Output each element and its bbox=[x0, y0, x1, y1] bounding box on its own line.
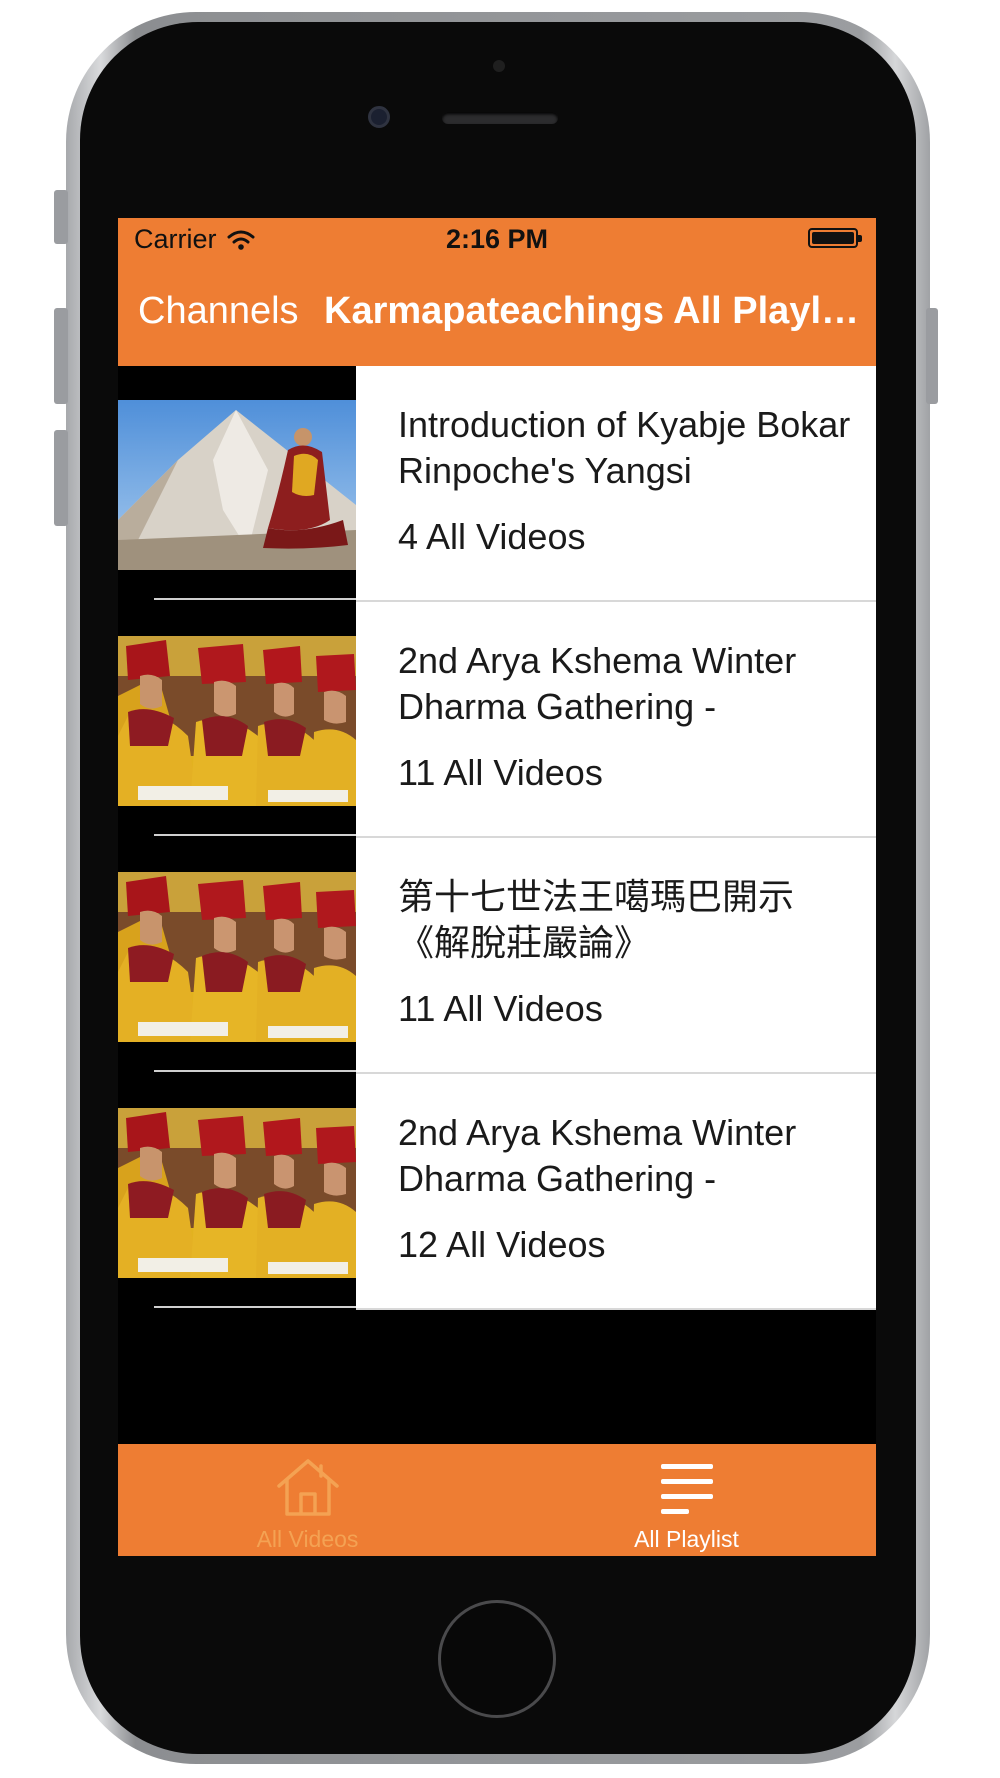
clock: 2:16 PM bbox=[445, 224, 549, 254]
list-item[interactable]: 2nd Arya Kshema Winter Dharma Gathering … bbox=[118, 1074, 876, 1310]
app-screen: Carrier 2:16 PM Channels Karmapateaching… bbox=[118, 218, 876, 1556]
earpiece-speaker bbox=[442, 112, 558, 124]
list-item[interactable]: 2nd Arya Kshema Winter Dharma Gathering … bbox=[118, 602, 876, 838]
row-separator bbox=[154, 598, 356, 600]
video-count: 4 All Videos bbox=[398, 516, 586, 557]
mute-switch bbox=[54, 190, 68, 244]
home-icon bbox=[276, 1459, 339, 1516]
list-item[interactable]: 第十七世法王噶瑪巴開示《解脫莊嚴論》 11 All Videos bbox=[118, 838, 876, 1074]
back-button-channels[interactable]: Channels bbox=[138, 290, 299, 333]
video-count: 12 All Videos bbox=[398, 1224, 606, 1265]
navigation-bar: Channels Karmapateachings All Playlist bbox=[118, 260, 876, 366]
monk-mountain-photo bbox=[118, 400, 356, 570]
home-button[interactable] bbox=[438, 1600, 556, 1718]
playlist-title: Introduction of Kyabje Bokar Rinpoche's … bbox=[398, 404, 851, 491]
playlist-list: Introduction of Kyabje Bokar Rinpoche's … bbox=[118, 366, 876, 1310]
video-count: 11 All Videos bbox=[398, 752, 603, 793]
list-item-text: 2nd Arya Kshema Winter Dharma Gathering … bbox=[356, 602, 876, 838]
nuns-gathering-photo bbox=[118, 1108, 356, 1278]
page-title: Karmapateachings All Playlist bbox=[324, 290, 864, 332]
row-separator bbox=[154, 1306, 356, 1308]
nuns-gathering-photo bbox=[118, 636, 356, 806]
thumbnail-cell bbox=[118, 1074, 356, 1310]
tab-all-videos[interactable]: All Videos bbox=[118, 1444, 497, 1556]
proximity-sensor bbox=[493, 60, 505, 72]
playlist-title: 2nd Arya Kshema Winter Dharma Gathering … bbox=[398, 1112, 797, 1199]
front-camera bbox=[368, 106, 390, 128]
volume-up-button bbox=[54, 308, 68, 404]
row-separator bbox=[154, 834, 356, 836]
status-bar: Carrier 2:16 PM bbox=[118, 218, 876, 260]
list-item[interactable]: Introduction of Kyabje Bokar Rinpoche's … bbox=[118, 366, 876, 602]
list-item-text: 第十七世法王噶瑪巴開示《解脫莊嚴論》 11 All Videos bbox=[356, 838, 876, 1074]
video-count: 11 All Videos bbox=[398, 988, 603, 1029]
thumbnail-cell bbox=[118, 602, 356, 838]
list-item-text: Introduction of Kyabje Bokar Rinpoche's … bbox=[356, 366, 876, 602]
volume-down-button bbox=[54, 430, 68, 526]
nuns-gathering-photo bbox=[118, 872, 356, 1042]
thumbnail-cell bbox=[118, 366, 356, 602]
playlist-title: 2nd Arya Kshema Winter Dharma Gathering … bbox=[398, 640, 797, 727]
tab-all-playlist[interactable]: All Playlist bbox=[497, 1444, 876, 1556]
battery-icon bbox=[808, 228, 862, 248]
playlist-title: 第十七世法王噶瑪巴開示《解脫莊嚴論》 bbox=[398, 876, 795, 963]
thumbnail-cell bbox=[118, 838, 356, 1074]
power-button bbox=[926, 308, 938, 404]
tab-bar: All Videos All Playlist bbox=[118, 1444, 876, 1556]
row-separator bbox=[154, 1070, 356, 1072]
tab-label: All Videos bbox=[256, 1526, 359, 1552]
list-item-text: 2nd Arya Kshema Winter Dharma Gathering … bbox=[356, 1074, 876, 1310]
list-icon bbox=[660, 1464, 713, 1514]
tab-label: All Playlist bbox=[634, 1526, 739, 1552]
